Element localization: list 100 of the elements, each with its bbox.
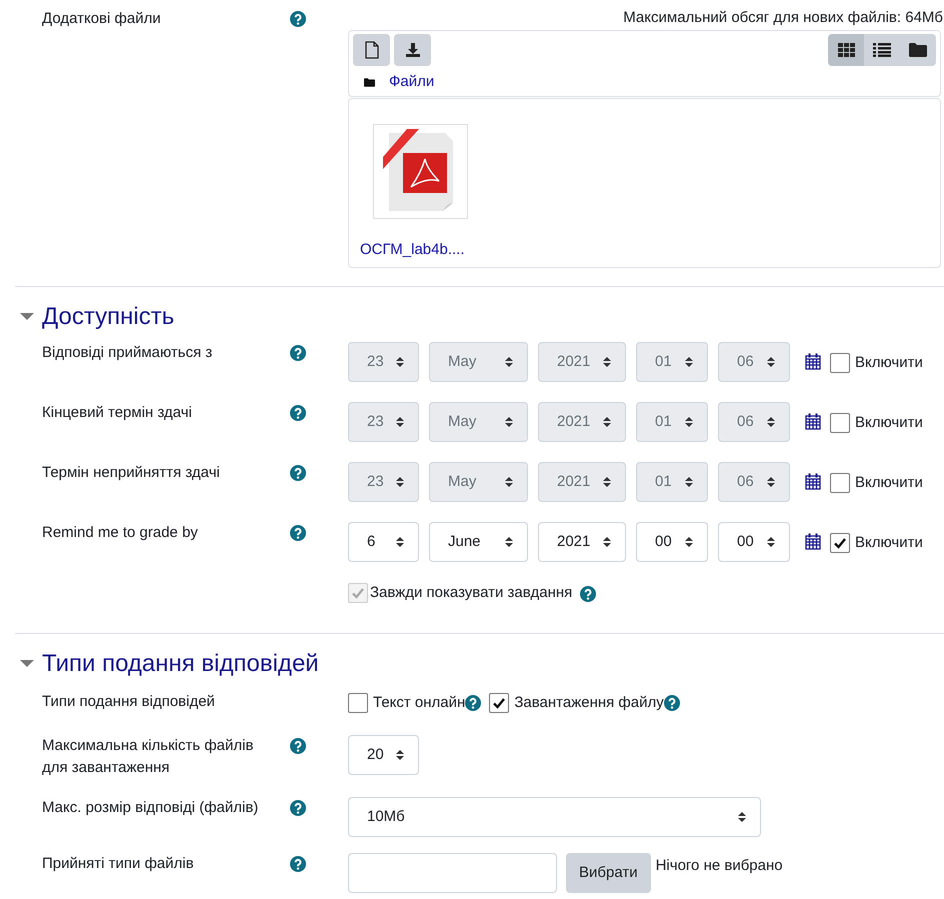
- collapse-caret-icon[interactable]: [20, 313, 34, 321]
- select-field[interactable]: 2021: [538, 462, 626, 502]
- file-types-field[interactable]: [348, 853, 557, 893]
- choose-button[interactable]: Вибрати: [566, 853, 651, 893]
- sort-caret-icon: [505, 416, 513, 428]
- sort-caret-icon: [396, 536, 404, 548]
- sort-caret-icon: [603, 476, 611, 488]
- select-field[interactable]: 01: [636, 342, 708, 382]
- checkbox-label: Текст онлайн: [373, 693, 466, 713]
- view-mode-button[interactable]: [900, 34, 936, 66]
- sort-caret-icon: [685, 356, 693, 368]
- sort-caret-icon: [685, 536, 693, 548]
- sort-caret-icon: [685, 416, 693, 428]
- file-icon: [364, 41, 378, 59]
- select-field[interactable]: 6: [348, 522, 419, 562]
- select-field[interactable]: 00: [636, 522, 708, 562]
- field-label: Типи подання відповідей: [42, 692, 216, 712]
- calendar-icon[interactable]: [805, 353, 821, 370]
- sort-caret-icon: [505, 536, 513, 548]
- help-icon[interactable]: [290, 738, 306, 754]
- help-icon[interactable]: [290, 800, 306, 816]
- help-icon[interactable]: [290, 525, 306, 541]
- checkmark-icon: [833, 536, 847, 550]
- select-field[interactable]: May: [429, 462, 528, 502]
- checkbox-label: Включити: [855, 473, 923, 493]
- download-button[interactable]: [394, 34, 431, 66]
- select-field[interactable]: 20: [348, 735, 419, 775]
- select-field[interactable]: 2021: [538, 402, 626, 442]
- section-heading[interactable]: Типи подання відповідей: [42, 649, 319, 679]
- help-icon[interactable]: [290, 345, 306, 361]
- calendar-icon[interactable]: [805, 473, 821, 490]
- select-field[interactable]: June: [429, 522, 528, 562]
- sort-caret-icon: [738, 811, 746, 823]
- field-label: Прийняті типи файлів: [42, 854, 195, 874]
- add-file-button[interactable]: [353, 34, 390, 66]
- sort-caret-icon: [396, 356, 404, 368]
- sort-caret-icon: [396, 416, 404, 428]
- list-icon: [873, 43, 891, 57]
- download-icon: [404, 42, 420, 58]
- view-mode-button[interactable]: [864, 34, 900, 66]
- sort-caret-icon: [767, 476, 775, 488]
- help-icon[interactable]: [465, 695, 482, 712]
- breadcrumb-link[interactable]: Файли: [389, 73, 434, 91]
- field-label: Термін неприйняття здачі: [42, 463, 221, 483]
- checkbox[interactable]: [489, 693, 510, 714]
- select-field[interactable]: 2021: [538, 342, 626, 382]
- file-name-link[interactable]: ОСГМ_lab4b....: [360, 241, 464, 259]
- select-field[interactable]: 06: [718, 342, 790, 382]
- sort-caret-icon: [685, 476, 693, 488]
- checkmark-icon: [351, 586, 365, 600]
- sort-caret-icon: [505, 356, 513, 368]
- checkbox-label: Включити: [855, 533, 923, 553]
- select-field[interactable]: 23: [348, 402, 419, 442]
- pdf-file-icon[interactable]: [373, 124, 468, 219]
- select-field[interactable]: 23: [348, 342, 419, 382]
- select-field[interactable]: 06: [718, 402, 790, 442]
- sort-caret-icon: [767, 416, 775, 428]
- select-field[interactable]: 01: [636, 462, 708, 502]
- help-icon[interactable]: [290, 856, 306, 872]
- field-label: Макс. розмір відповіді (файлів): [42, 798, 260, 818]
- help-icon[interactable]: [290, 465, 306, 481]
- select-field[interactable]: 23: [348, 462, 419, 502]
- checkbox[interactable]: [830, 533, 850, 554]
- folder-icon: [909, 43, 927, 57]
- checkbox-label: Включити: [855, 353, 923, 373]
- checkbox[interactable]: [830, 413, 850, 434]
- help-icon[interactable]: [290, 11, 306, 27]
- sort-caret-icon: [396, 476, 404, 488]
- sort-caret-icon: [396, 749, 404, 761]
- field-label: Відповіді приймаються з: [42, 343, 214, 363]
- select-field[interactable]: 06: [718, 462, 790, 502]
- checkbox[interactable]: [348, 693, 368, 714]
- sort-caret-icon: [767, 356, 775, 368]
- select-field[interactable]: 10Мб: [348, 797, 761, 837]
- checkbox[interactable]: [830, 473, 850, 494]
- sort-caret-icon: [603, 536, 611, 548]
- calendar-icon[interactable]: [805, 533, 821, 550]
- collapse-caret-icon[interactable]: [20, 660, 34, 668]
- select-field[interactable]: 2021: [538, 522, 626, 562]
- field-label: Додаткові файли: [42, 9, 162, 29]
- view-mode-button[interactable]: [828, 34, 864, 66]
- checkmark-icon: [492, 696, 506, 710]
- calendar-icon[interactable]: [805, 413, 821, 430]
- folder-icon: [364, 78, 375, 86]
- sort-caret-icon: [767, 536, 775, 548]
- checkbox-label: Завантаження файлу: [514, 693, 664, 713]
- section-heading[interactable]: Доступність: [42, 302, 174, 332]
- help-icon[interactable]: [290, 405, 306, 421]
- checkbox[interactable]: [830, 353, 850, 374]
- checkbox-label: Завжди показувати завдання: [370, 583, 572, 603]
- help-icon[interactable]: [580, 586, 596, 602]
- select-field[interactable]: 01: [636, 402, 708, 442]
- field-label: Максимальна кількість файлів для завантаження: [42, 736, 254, 778]
- select-field[interactable]: May: [429, 402, 528, 442]
- sort-caret-icon: [505, 476, 513, 488]
- select-field[interactable]: May: [429, 342, 528, 382]
- max-size-text: Максимальний обсяг для нових файлів: 64Мб: [623, 8, 943, 28]
- sort-caret-icon: [603, 416, 611, 428]
- select-field[interactable]: 00: [718, 522, 790, 562]
- help-icon[interactable]: [664, 695, 680, 712]
